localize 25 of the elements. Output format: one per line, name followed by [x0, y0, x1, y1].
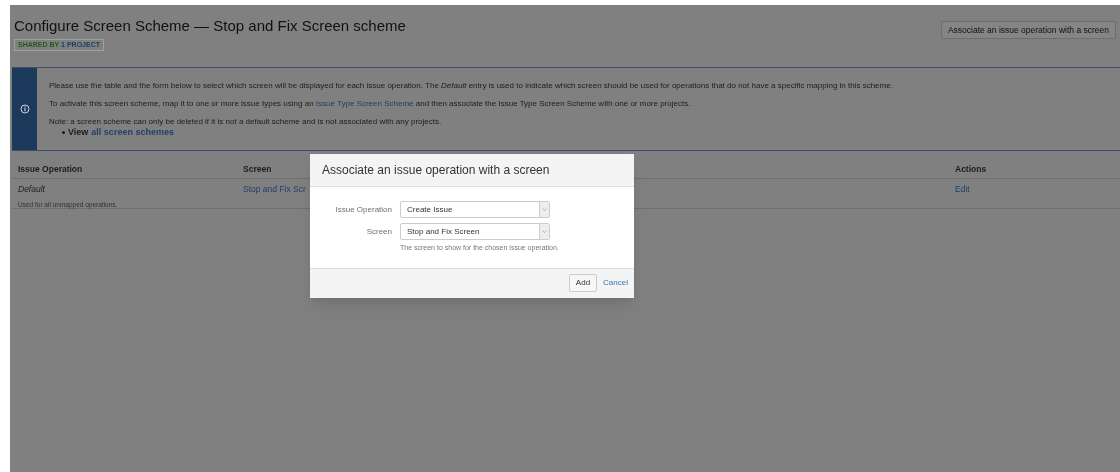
edit-link[interactable]: Edit	[955, 184, 970, 194]
view-label: View	[68, 127, 89, 138]
column-header: Issue Operation	[18, 163, 83, 176]
schemes-link[interactable]: all screen schemes	[91, 127, 174, 138]
bullet-icon	[62, 131, 65, 134]
caret-icon	[542, 230, 547, 233]
add-button[interactable]: Add	[568, 274, 598, 292]
dialog-title: Associate an issue operation with a screen	[322, 162, 550, 179]
field-label: Issue Operation	[334, 204, 393, 216]
table-cell-text: Default	[18, 183, 46, 196]
info-text: To activate this screen scheme, map it to one or more issue types using an Issue Type Screen Scheme and then associate the Issue Type Screen Scheme with one or more projects.	[49, 99, 692, 109]
scheme-link[interactable]: Issue Type Screen Scheme	[315, 99, 414, 108]
cancel-link[interactable]: Cancel	[603, 277, 628, 289]
page-title: Configure Screen Scheme — Stop and Fix Screen scheme	[14, 16, 406, 36]
column-header: Actions	[955, 163, 987, 176]
field-label: Screen	[365, 226, 393, 238]
associate-button[interactable]: Associate an issue operation with a screen	[940, 21, 1116, 39]
info-icon	[19, 104, 30, 114]
column-header: Screen	[243, 163, 272, 176]
screen-link[interactable]: Stop and Fix Scr	[243, 184, 306, 194]
select-field[interactable]: Stop and Fix Screen	[400, 223, 550, 240]
info-text: Please use the table and the form below to select which screen will be displayed for each issue operation. The Default entry is used to indicate which screen should be used for operations that do not have a specific mapping in this scheme.	[49, 81, 893, 91]
info-text: Note: a screen scheme can only be deleted if it is not a default scheme and is not associated with any projects.	[49, 117, 443, 127]
caret-icon	[542, 208, 547, 211]
select-field[interactable]: Create Issue	[400, 201, 550, 218]
